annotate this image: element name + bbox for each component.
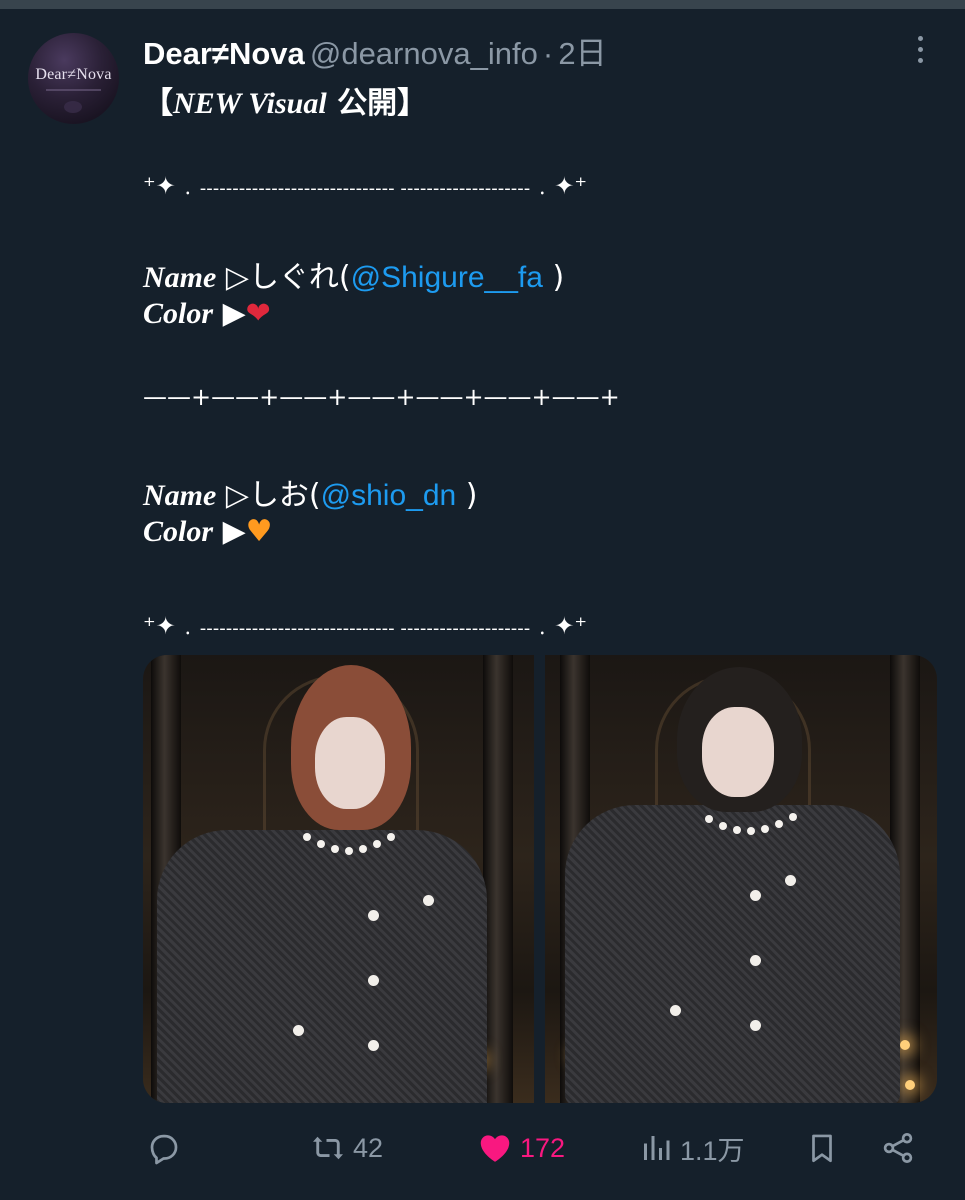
sparkle-left-2: ⁺✦﹒ bbox=[143, 612, 200, 640]
retweet-button[interactable]: 42 bbox=[309, 1128, 383, 1168]
color1-arrow: ▶ bbox=[213, 296, 246, 331]
name1-close: ) bbox=[542, 260, 565, 295]
sparkle-left: ⁺✦﹒ bbox=[143, 172, 200, 200]
name1-text: しぐれ( bbox=[248, 260, 351, 295]
name2-label: Name bbox=[143, 479, 217, 512]
like-count: 172 bbox=[520, 1132, 566, 1163]
name1-line: Name ▷しぐれ(@Shigure__fa ) bbox=[143, 252, 564, 296]
dash-line: ------------------------------ ---------… bbox=[199, 178, 531, 199]
photo-shigure[interactable] bbox=[143, 655, 534, 1103]
sparkle-right: ﹒✦⁺ bbox=[530, 172, 588, 200]
name2-arrow: ▷ bbox=[216, 478, 249, 513]
tweet-header: Dear≠Nova @dearnova_info · 2日 bbox=[143, 28, 607, 71]
bracket-open: 【 bbox=[143, 87, 173, 120]
name2-close: ) bbox=[456, 478, 478, 513]
color2-label: Color bbox=[143, 515, 214, 548]
handle[interactable]: @dearnova_info bbox=[310, 36, 538, 71]
action-bar: 42 172 1.1万 bbox=[0, 1128, 965, 1168]
announce-title: NEW Visual bbox=[173, 87, 327, 120]
announce-jp: 公開 bbox=[326, 86, 398, 121]
bracket-close: 】 bbox=[397, 87, 428, 120]
dash-line-2: ------------------------------ ---------… bbox=[199, 618, 531, 639]
share-icon bbox=[880, 1130, 916, 1166]
media-grid bbox=[143, 655, 937, 1103]
sparkle-right-2: ﹒✦⁺ bbox=[530, 612, 588, 640]
bookmark-button[interactable] bbox=[805, 1128, 839, 1168]
display-name[interactable]: Dear≠Nova bbox=[143, 36, 305, 71]
top-divider bbox=[0, 0, 965, 9]
retweet-icon bbox=[309, 1130, 347, 1166]
heart-icon bbox=[476, 1130, 514, 1166]
avatar-ornament bbox=[64, 101, 82, 113]
more-options-icon[interactable] bbox=[905, 36, 935, 70]
avatar[interactable]: Dear≠Nova bbox=[28, 33, 119, 124]
views-icon bbox=[638, 1130, 674, 1166]
bookmark-icon bbox=[805, 1130, 839, 1166]
views-button[interactable]: 1.1万 bbox=[638, 1128, 745, 1168]
photo-shio[interactable] bbox=[545, 655, 937, 1103]
name1-label: Name bbox=[143, 261, 217, 294]
views-count: 1.1万 bbox=[680, 1135, 745, 1166]
name1-arrow: ▷ bbox=[216, 260, 249, 295]
avatar-logo-line bbox=[46, 89, 101, 91]
deco-line-top: ⁺✦﹒------------------------------ ------… bbox=[143, 166, 587, 201]
reply-icon bbox=[146, 1130, 182, 1166]
mention-shio[interactable]: @shio_dn bbox=[321, 479, 457, 512]
avatar-logo-text: Dear≠Nova bbox=[35, 66, 112, 83]
divider-text: ——+——+——+——+——+——+——+ bbox=[143, 383, 620, 411]
color1-line: Color ▶❤ bbox=[143, 296, 271, 331]
color1-label: Color bbox=[143, 297, 214, 330]
divider-line: ——+——+——+——+——+——+——+ bbox=[143, 383, 620, 411]
like-button[interactable]: 172 bbox=[476, 1128, 565, 1168]
color2-line: Color ▶♥ bbox=[143, 514, 273, 549]
reply-button[interactable] bbox=[146, 1128, 188, 1168]
retweet-count: 42 bbox=[353, 1132, 384, 1163]
orange-heart-icon: ♥ bbox=[245, 514, 273, 549]
timestamp[interactable]: 2日 bbox=[558, 36, 606, 71]
name2-line: Name ▷しお(@shio_dn ) bbox=[143, 470, 477, 514]
separator-dot: · bbox=[542, 36, 554, 71]
color2-arrow: ▶ bbox=[213, 514, 246, 549]
red-heart-icon: ❤ bbox=[245, 296, 271, 331]
name2-text: しお( bbox=[248, 478, 321, 513]
mention-shigure[interactable]: @Shigure__fa bbox=[351, 261, 543, 294]
deco-line-bottom: ⁺✦﹒------------------------------ ------… bbox=[143, 606, 587, 641]
share-button[interactable] bbox=[880, 1128, 916, 1168]
announce-line: 【NEW Visual 公開】 bbox=[143, 78, 427, 122]
